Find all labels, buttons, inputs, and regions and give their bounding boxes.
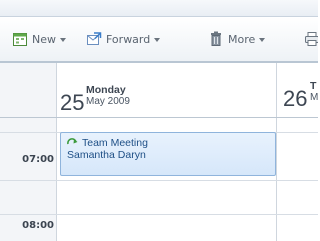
trash-icon bbox=[208, 31, 224, 47]
day-date: M bbox=[310, 92, 318, 103]
printer-icon bbox=[304, 31, 318, 47]
forward-button[interactable]: Forward bbox=[86, 30, 161, 48]
more-button[interactable]: More bbox=[208, 30, 266, 48]
calendar-grid: 25 Monday May 2009 26 T M 07:00 08:00 Te… bbox=[0, 62, 318, 241]
chevron-down-icon[interactable] bbox=[259, 38, 266, 42]
event-title: Team Meeting bbox=[82, 137, 148, 149]
toolbar: New Forward More bbox=[0, 17, 318, 62]
slot-line bbox=[0, 214, 318, 215]
time-label: 07:00 bbox=[22, 154, 54, 165]
event-person: Samantha Daryn bbox=[67, 149, 146, 161]
forward-label: Forward bbox=[106, 32, 151, 46]
header-divider bbox=[0, 117, 318, 118]
day-name: Monday bbox=[86, 84, 126, 96]
calendar-event[interactable]: Team Meeting Samantha Daryn bbox=[60, 132, 276, 176]
chevron-down-icon[interactable] bbox=[60, 38, 66, 42]
calendar-window: New Forward More 25 Monday May 2009 26 T… bbox=[0, 0, 318, 241]
calendar-new-icon bbox=[12, 31, 28, 47]
event-title-row: Team Meeting bbox=[67, 137, 275, 149]
day-number: 26 bbox=[283, 86, 308, 111]
slot-line bbox=[0, 180, 318, 181]
new-label: New bbox=[32, 32, 56, 46]
top-strip bbox=[0, 0, 318, 17]
time-label: 08:00 bbox=[22, 220, 54, 231]
new-button[interactable]: New bbox=[12, 30, 66, 48]
recurrence-arrow-icon bbox=[67, 138, 79, 148]
day-number: 25 bbox=[60, 90, 85, 115]
print-button[interactable] bbox=[304, 30, 318, 48]
forward-icon bbox=[86, 31, 102, 47]
more-label: More bbox=[228, 32, 256, 46]
day-date: May 2009 bbox=[86, 96, 130, 107]
day-name: T bbox=[310, 80, 317, 92]
chevron-down-icon[interactable] bbox=[154, 38, 161, 42]
grid-top-line bbox=[0, 62, 318, 63]
